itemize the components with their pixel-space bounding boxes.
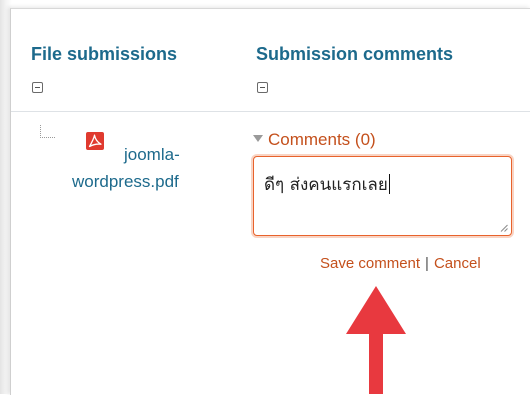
comments-toggle[interactable]: Comments (0) [253, 130, 376, 150]
submitted-file-link[interactable]: joomla- wordpress.pdf [72, 141, 222, 195]
file-name-line2: wordpress.pdf [72, 172, 179, 191]
caret-down-icon [253, 135, 263, 142]
screenshot-frame: File submissions Submission comments joo… [0, 0, 530, 395]
save-comment-link[interactable]: Save comment [320, 255, 420, 272]
tree-connector [40, 125, 55, 138]
file-submissions-header: File submissions [31, 44, 178, 64]
actions-separator: | [425, 255, 429, 272]
comment-actions: Save comment | Cancel [320, 255, 481, 272]
comments-toggle-label: Comments (0) [268, 130, 376, 149]
cancel-link[interactable]: Cancel [434, 255, 481, 272]
red-up-arrow-icon [346, 286, 406, 394]
collapse-minus-icon[interactable] [257, 82, 268, 93]
table-header-row: File submissions Submission comments [11, 9, 530, 112]
collapse-minus-icon[interactable] [32, 82, 43, 93]
resize-grip-icon[interactable] [500, 224, 508, 232]
text-cursor [388, 174, 390, 194]
file-name-line1: joomla- [124, 145, 180, 164]
submission-comments-header: Submission comments [256, 44, 454, 64]
comment-textarea[interactable]: ดีๆ ส่งคนแรกเลย [253, 156, 512, 236]
comment-text: ดีๆ ส่งคนแรกเลย [264, 175, 388, 195]
